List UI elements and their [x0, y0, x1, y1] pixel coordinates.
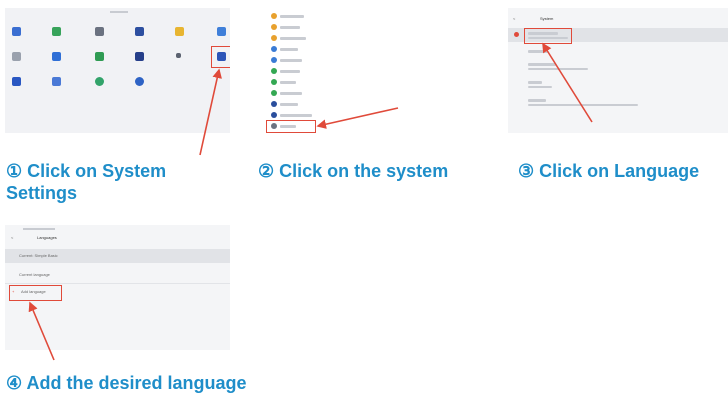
back-icon: <	[513, 16, 516, 21]
highlight-system-item	[266, 120, 316, 133]
list-item	[528, 99, 546, 102]
list-icon	[271, 90, 277, 96]
language-icon	[514, 32, 519, 37]
step2-caption: ② Click on the system	[258, 161, 449, 181]
app-icon	[95, 27, 104, 36]
app-icon	[135, 27, 144, 36]
list-item	[528, 63, 556, 66]
app-icon	[52, 77, 61, 86]
system-page-title: System	[540, 16, 554, 21]
languages-page-title: Languages	[37, 235, 57, 240]
list-item	[528, 86, 552, 88]
list-item	[280, 37, 306, 40]
step4-caption: ④ Add the desired language	[6, 373, 247, 393]
list-item	[528, 104, 638, 106]
app-icon	[217, 27, 226, 36]
app-icon	[12, 77, 21, 86]
thumbnail-app-grid	[5, 8, 230, 133]
list-icon	[271, 35, 277, 41]
list-icon	[271, 112, 277, 118]
app-icon	[12, 52, 21, 61]
list-item	[528, 68, 588, 70]
app-icon	[52, 52, 61, 61]
language-header-text: Current: Simple Basic	[19, 253, 58, 258]
list-item	[280, 59, 302, 62]
thumbnail-system-page: < System	[508, 8, 728, 133]
list-item	[280, 103, 298, 106]
current-language: Current language	[19, 272, 50, 277]
list-item	[528, 81, 542, 84]
list-icon	[271, 57, 277, 63]
list-item	[280, 26, 300, 29]
list-item	[280, 81, 296, 84]
app-icon	[12, 27, 21, 36]
list-icon	[271, 24, 277, 30]
highlight-language	[524, 28, 572, 44]
thumbnail-languages-page: < Languages Current: Simple Basic Curren…	[5, 225, 230, 350]
list-icon	[271, 68, 277, 74]
back-icon: <	[11, 235, 14, 240]
list-icon	[271, 13, 277, 19]
list-item	[280, 48, 298, 51]
list-item	[280, 70, 300, 73]
app-icon	[135, 77, 144, 86]
top-bar	[110, 11, 128, 13]
list-icon	[271, 79, 277, 85]
list-item	[280, 114, 312, 117]
step1-caption-line2: Settings	[6, 183, 78, 203]
thumbnail-settings-list	[262, 8, 482, 133]
step3-caption: ③ Click on Language	[518, 161, 700, 181]
highlight-system-settings	[211, 46, 230, 68]
list-item	[280, 15, 304, 18]
list-item	[280, 92, 302, 95]
list-icon	[271, 46, 277, 52]
app-icon	[95, 52, 104, 61]
top-bar	[23, 228, 55, 230]
app-icon	[95, 77, 104, 86]
highlight-add-language	[9, 285, 62, 301]
app-icon	[175, 27, 184, 36]
list-item	[528, 50, 548, 53]
step1-caption-line1: ① Click on System	[6, 161, 167, 181]
app-icon	[135, 52, 144, 61]
app-icon	[176, 53, 181, 58]
app-icon	[52, 27, 61, 36]
step1-caption: ① Click on System Settings	[6, 160, 166, 204]
divider	[5, 283, 230, 284]
list-icon	[271, 101, 277, 107]
